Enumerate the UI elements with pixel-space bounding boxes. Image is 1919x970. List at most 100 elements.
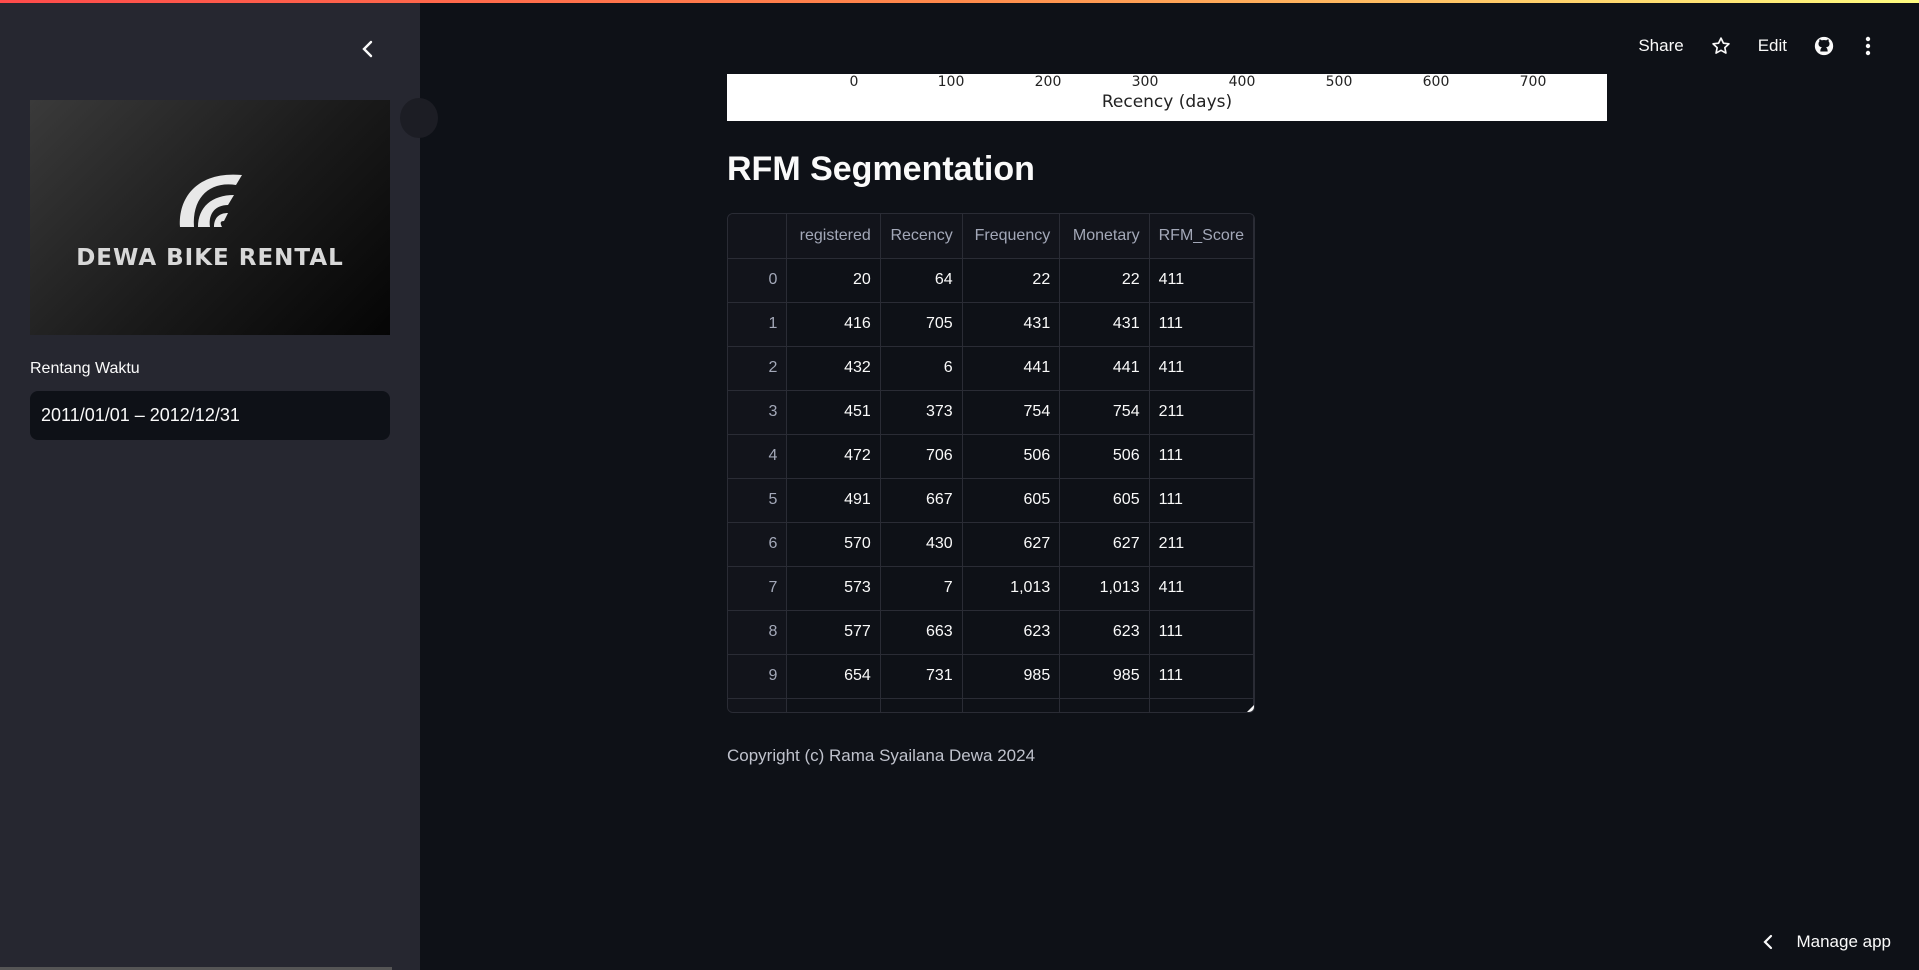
table-resize-handle[interactable] (1247, 705, 1254, 712)
x-tick-label: 600 (1423, 74, 1450, 90)
cell-recency[interactable]: 663 (880, 610, 962, 654)
manage-app-button[interactable]: Manage app (1762, 932, 1891, 952)
cell-rfm-score[interactable]: 411 (1149, 566, 1253, 610)
table-row[interactable]: 8577663623623111 (728, 610, 1254, 654)
index-column-header[interactable] (728, 214, 787, 258)
cell-rfm-score[interactable]: 411 (1149, 346, 1253, 390)
column-header-recency[interactable]: Recency (880, 214, 962, 258)
cell-monetary[interactable]: 22 (1060, 258, 1149, 302)
cell-rfm-score[interactable]: 411 (1149, 258, 1253, 302)
table-row[interactable]: 6570430627627211 (728, 522, 1254, 566)
cell-frequency[interactable]: 605 (962, 478, 1060, 522)
cell-recency[interactable]: 6 (880, 346, 962, 390)
logo-mark-icon (170, 165, 250, 235)
cell-rfm-score[interactable]: 111 (1149, 434, 1253, 478)
manage-app-label: Manage app (1796, 932, 1891, 952)
table-row[interactable]: 4472706506506111 (728, 434, 1254, 478)
cell-registered[interactable]: 416 (787, 302, 880, 346)
logo-text: DEWA BIKE RENTAL (76, 245, 344, 271)
cell-frequency[interactable]: 441 (962, 346, 1060, 390)
row-index: 1 (728, 302, 787, 346)
cell-monetary[interactable]: 431 (1060, 302, 1149, 346)
cell-monetary[interactable]: 506 (1060, 434, 1149, 478)
cell-registered[interactable]: 573 (787, 566, 880, 610)
x-tick-label: 300 (1132, 74, 1159, 90)
date-range-input[interactable] (30, 391, 390, 440)
cell-frequency[interactable]: 627 (962, 522, 1060, 566)
cell-frequency[interactable]: 754 (962, 390, 1060, 434)
cell-rfm-score[interactable]: 111 (1149, 302, 1253, 346)
cell-registered[interactable]: 472 (787, 434, 880, 478)
cell-frequency[interactable]: 22 (962, 258, 1060, 302)
cell-monetary[interactable]: 605 (1060, 478, 1149, 522)
star-icon[interactable] (1710, 35, 1732, 57)
row-index: 6 (728, 522, 787, 566)
cell-frequency[interactable]: 623 (962, 610, 1060, 654)
sidebar-edge-handle[interactable] (400, 98, 438, 138)
cell-registered[interactable]: 451 (787, 390, 880, 434)
section-title: RFM Segmentation (727, 150, 1035, 189)
cell-frequency[interactable]: 985 (962, 654, 1060, 698)
rfm-dataframe[interactable]: registered Recency Frequency Monetary RF… (727, 213, 1255, 713)
recency-chart-bottom: 0 100 200 300 400 500 600 700 Recency (d… (727, 74, 1607, 121)
edit-button[interactable]: Edit (1750, 36, 1795, 56)
column-header-monetary[interactable]: Monetary (1060, 214, 1149, 258)
x-tick-label: 200 (1035, 74, 1062, 90)
table-header-row: registered Recency Frequency Monetary RF… (728, 214, 1254, 258)
cell-monetary[interactable]: 627 (1060, 522, 1149, 566)
row-index: 3 (728, 390, 787, 434)
cell-registered[interactable]: 491 (787, 478, 880, 522)
x-tick-label: 500 (1326, 74, 1353, 90)
column-header-rfm-score[interactable]: RFM_Score (1149, 214, 1253, 258)
cell-recency[interactable]: 667 (880, 478, 962, 522)
column-header-frequency[interactable]: Frequency (962, 214, 1060, 258)
cell-recency[interactable]: 705 (880, 302, 962, 346)
row-index: 8 (728, 610, 787, 654)
table-row[interactable]: 1416705431431111 (728, 302, 1254, 346)
cell-frequency[interactable]: 506 (962, 434, 1060, 478)
cell-registered[interactable]: 432 (787, 346, 880, 390)
github-icon[interactable] (1813, 35, 1835, 57)
cell-rfm-score[interactable]: 111 (1149, 478, 1253, 522)
cell-rfm-score[interactable]: 211 (1149, 390, 1253, 434)
x-tick-label: 0 (850, 74, 859, 90)
cell-monetary[interactable]: 441 (1060, 346, 1149, 390)
cell-registered[interactable]: 20 (787, 258, 880, 302)
row-index: 7 (728, 566, 787, 610)
cell-monetary[interactable]: 754 (1060, 390, 1149, 434)
cell-rfm-score[interactable]: 111 (1149, 654, 1253, 698)
cell-recency[interactable]: 7 (880, 566, 962, 610)
cell-frequency[interactable]: 431 (962, 302, 1060, 346)
cell-rfm-score[interactable]: 211 (1149, 522, 1253, 566)
rfm-table: registered Recency Frequency Monetary RF… (728, 214, 1254, 713)
cell-frequency[interactable]: 1,013 (962, 566, 1060, 610)
sidebar-logo-image: DEWA BIKE RENTAL (30, 100, 390, 335)
more-vertical-icon[interactable] (1857, 35, 1879, 57)
cell-registered[interactable]: 570 (787, 522, 880, 566)
chevron-left-icon (361, 40, 375, 58)
table-row[interactable]: 5491667605605111 (728, 478, 1254, 522)
cell-monetary[interactable]: 985 (1060, 654, 1149, 698)
cell-recency[interactable]: 430 (880, 522, 962, 566)
row-index: 9 (728, 654, 787, 698)
cell-recency[interactable]: 731 (880, 654, 962, 698)
table-row[interactable]: 757371,0131,013411 (728, 566, 1254, 610)
cell-rfm-score[interactable]: 111 (1149, 610, 1253, 654)
table-row[interactable]: 24326441441411 (728, 346, 1254, 390)
collapse-sidebar-button[interactable] (355, 36, 381, 62)
share-button[interactable]: Share (1630, 36, 1691, 56)
row-index: 0 (728, 258, 787, 302)
cell-recency[interactable]: 706 (880, 434, 962, 478)
table-row[interactable]: 020642222411 (728, 258, 1254, 302)
table-row[interactable]: 3451373754754211 (728, 390, 1254, 434)
top-decoration-bar (0, 0, 1919, 3)
cell-recency[interactable]: 373 (880, 390, 962, 434)
cell-recency[interactable]: 64 (880, 258, 962, 302)
cell-monetary[interactable]: 623 (1060, 610, 1149, 654)
cell-registered[interactable]: 654 (787, 654, 880, 698)
table-row[interactable]: 9654731985985111 (728, 654, 1254, 698)
cell-registered[interactable]: 577 (787, 610, 880, 654)
column-header-registered[interactable]: registered (787, 214, 880, 258)
cell-monetary[interactable]: 1,013 (1060, 566, 1149, 610)
chevron-left-icon (1762, 934, 1774, 950)
